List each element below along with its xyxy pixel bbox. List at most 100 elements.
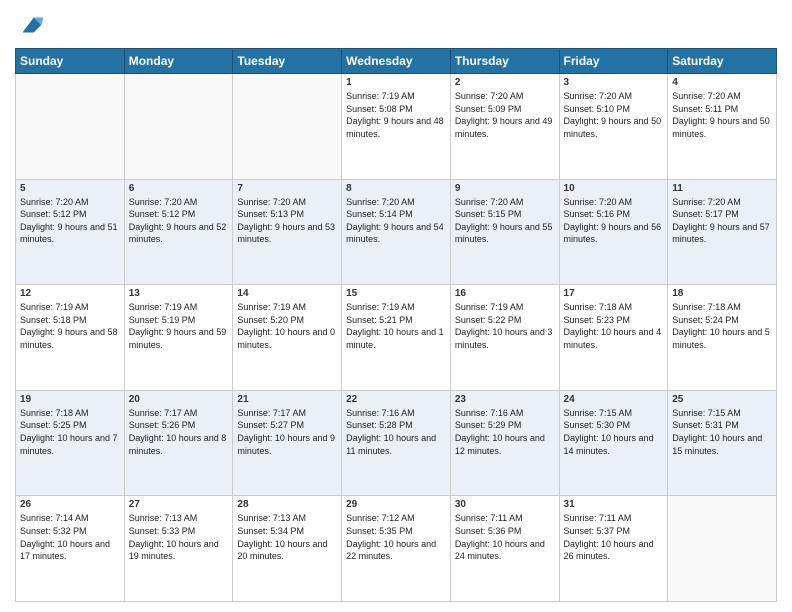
day-info: Sunrise: 7:19 AM Sunset: 5:08 PM Dayligh… xyxy=(346,90,446,140)
day-cell: 31 Sunrise: 7:11 AM Sunset: 5:37 PM Dayli… xyxy=(559,496,668,602)
day-number: 19 xyxy=(20,394,120,405)
day-cell xyxy=(124,74,233,180)
day-number: 15 xyxy=(346,288,446,299)
day-info: Sunrise: 7:20 AM Sunset: 5:09 PM Dayligh… xyxy=(455,90,555,140)
day-info: Sunrise: 7:20 AM Sunset: 5:13 PM Dayligh… xyxy=(237,196,337,246)
day-number: 10 xyxy=(564,183,664,194)
day-info: Sunrise: 7:16 AM Sunset: 5:29 PM Dayligh… xyxy=(455,407,555,457)
day-number: 14 xyxy=(237,288,337,299)
day-cell: 25 Sunrise: 7:15 AM Sunset: 5:31 PM Dayli… xyxy=(668,390,777,496)
day-cell xyxy=(668,496,777,602)
day-number: 4 xyxy=(672,77,772,88)
day-cell: 19Sunrise: 7:18 AM Sunset: 5:25 PM Dayli… xyxy=(16,390,125,496)
day-info: Sunrise: 7:19 AM Sunset: 5:18 PM Dayligh… xyxy=(20,301,120,351)
day-number: 12 xyxy=(20,288,120,299)
day-info: Sunrise: 7:19 AM Sunset: 5:22 PM Dayligh… xyxy=(455,301,555,351)
day-info: Sunrise: 7:20 AM Sunset: 5:12 PM Dayligh… xyxy=(20,196,120,246)
day-cell: 4 Sunrise: 7:20 AM Sunset: 5:11 PM Daylig… xyxy=(668,74,777,180)
day-info: Sunrise: 7:11 AM Sunset: 5:36 PM Dayligh… xyxy=(455,512,555,562)
week-row-1: 1 Sunrise: 7:19 AM Sunset: 5:08 PM Daylig… xyxy=(16,74,777,180)
day-cell: 9 Sunrise: 7:20 AM Sunset: 5:15 PM Daylig… xyxy=(450,179,559,285)
calendar-table: SundayMondayTuesdayWednesdayThursdayFrid… xyxy=(15,48,777,602)
day-info: Sunrise: 7:17 AM Sunset: 5:26 PM Dayligh… xyxy=(129,407,229,457)
day-cell: 17 Sunrise: 7:18 AM Sunset: 5:23 PM Dayli… xyxy=(559,285,668,391)
day-cell: 21 Sunrise: 7:17 AM Sunset: 5:27 PM Dayli… xyxy=(233,390,342,496)
day-info: Sunrise: 7:20 AM Sunset: 5:16 PM Dayligh… xyxy=(564,196,664,246)
day-cell: 11Sunrise: 7:20 AM Sunset: 5:17 PM Dayli… xyxy=(668,179,777,285)
week-row-5: 26 Sunrise: 7:14 AM Sunset: 5:32 PM Dayli… xyxy=(16,496,777,602)
day-number: 26 xyxy=(20,499,120,510)
day-number: 28 xyxy=(237,499,337,510)
week-row-2: 5 Sunrise: 7:20 AM Sunset: 5:12 PM Daylig… xyxy=(16,179,777,285)
day-cell: 12 Sunrise: 7:19 AM Sunset: 5:18 PM Dayli… xyxy=(16,285,125,391)
day-number: 2 xyxy=(455,77,555,88)
day-info: Sunrise: 7:17 AM Sunset: 5:27 PM Dayligh… xyxy=(237,407,337,457)
day-info: Sunrise: 7:20 AM Sunset: 5:10 PM Dayligh… xyxy=(564,90,664,140)
col-header-saturday: Saturday xyxy=(668,49,777,74)
day-info: Sunrise: 7:19 AM Sunset: 5:20 PM Dayligh… xyxy=(237,301,337,351)
header-row: SundayMondayTuesdayWednesdayThursdayFrid… xyxy=(16,49,777,74)
day-number: 7 xyxy=(237,183,337,194)
day-cell: 20Sunrise: 7:17 AM Sunset: 5:26 PM Dayli… xyxy=(124,390,233,496)
day-cell: 27Sunrise: 7:13 AM Sunset: 5:33 PM Dayli… xyxy=(124,496,233,602)
logo-icon xyxy=(15,10,45,40)
day-info: Sunrise: 7:19 AM Sunset: 5:19 PM Dayligh… xyxy=(129,301,229,351)
day-info: Sunrise: 7:18 AM Sunset: 5:24 PM Dayligh… xyxy=(672,301,772,351)
day-number: 6 xyxy=(129,183,229,194)
day-number: 25 xyxy=(672,394,772,405)
col-header-tuesday: Tuesday xyxy=(233,49,342,74)
day-info: Sunrise: 7:12 AM Sunset: 5:35 PM Dayligh… xyxy=(346,512,446,562)
day-cell: 13Sunrise: 7:19 AM Sunset: 5:19 PM Dayli… xyxy=(124,285,233,391)
day-number: 22 xyxy=(346,394,446,405)
day-cell: 3Sunrise: 7:20 AM Sunset: 5:10 PM Daylig… xyxy=(559,74,668,180)
day-info: Sunrise: 7:18 AM Sunset: 5:23 PM Dayligh… xyxy=(564,301,664,351)
day-cell: 8 Sunrise: 7:20 AM Sunset: 5:14 PM Daylig… xyxy=(342,179,451,285)
day-cell: 7 Sunrise: 7:20 AM Sunset: 5:13 PM Daylig… xyxy=(233,179,342,285)
col-header-monday: Monday xyxy=(124,49,233,74)
day-info: Sunrise: 7:19 AM Sunset: 5:21 PM Dayligh… xyxy=(346,301,446,351)
day-info: Sunrise: 7:13 AM Sunset: 5:34 PM Dayligh… xyxy=(237,512,337,562)
day-number: 9 xyxy=(455,183,555,194)
day-info: Sunrise: 7:15 AM Sunset: 5:30 PM Dayligh… xyxy=(564,407,664,457)
header xyxy=(15,10,777,40)
day-cell: 16 Sunrise: 7:19 AM Sunset: 5:22 PM Dayli… xyxy=(450,285,559,391)
day-cell: 15 Sunrise: 7:19 AM Sunset: 5:21 PM Dayli… xyxy=(342,285,451,391)
day-cell: 10 Sunrise: 7:20 AM Sunset: 5:16 PM Dayli… xyxy=(559,179,668,285)
day-info: Sunrise: 7:20 AM Sunset: 5:17 PM Dayligh… xyxy=(672,196,772,246)
day-info: Sunrise: 7:13 AM Sunset: 5:33 PM Dayligh… xyxy=(129,512,229,562)
day-number: 8 xyxy=(346,183,446,194)
day-cell: 14 Sunrise: 7:19 AM Sunset: 5:20 PM Dayli… xyxy=(233,285,342,391)
day-cell xyxy=(233,74,342,180)
day-cell: 2 Sunrise: 7:20 AM Sunset: 5:09 PM Daylig… xyxy=(450,74,559,180)
day-cell: 29 Sunrise: 7:12 AM Sunset: 5:35 PM Dayli… xyxy=(342,496,451,602)
day-number: 1 xyxy=(346,77,446,88)
day-cell: 22Sunrise: 7:16 AM Sunset: 5:28 PM Dayli… xyxy=(342,390,451,496)
day-info: Sunrise: 7:11 AM Sunset: 5:37 PM Dayligh… xyxy=(564,512,664,562)
logo xyxy=(15,10,49,40)
day-cell: 23Sunrise: 7:16 AM Sunset: 5:29 PM Dayli… xyxy=(450,390,559,496)
day-cell: 24 Sunrise: 7:15 AM Sunset: 5:30 PM Dayli… xyxy=(559,390,668,496)
day-number: 31 xyxy=(564,499,664,510)
day-info: Sunrise: 7:14 AM Sunset: 5:32 PM Dayligh… xyxy=(20,512,120,562)
day-cell: 6 Sunrise: 7:20 AM Sunset: 5:12 PM Daylig… xyxy=(124,179,233,285)
day-number: 29 xyxy=(346,499,446,510)
day-number: 18 xyxy=(672,288,772,299)
day-info: Sunrise: 7:15 AM Sunset: 5:31 PM Dayligh… xyxy=(672,407,772,457)
col-header-wednesday: Wednesday xyxy=(342,49,451,74)
day-number: 5 xyxy=(20,183,120,194)
day-cell: 26 Sunrise: 7:14 AM Sunset: 5:32 PM Dayli… xyxy=(16,496,125,602)
day-info: Sunrise: 7:20 AM Sunset: 5:14 PM Dayligh… xyxy=(346,196,446,246)
day-cell: 28 Sunrise: 7:13 AM Sunset: 5:34 PM Dayli… xyxy=(233,496,342,602)
week-row-4: 19Sunrise: 7:18 AM Sunset: 5:25 PM Dayli… xyxy=(16,390,777,496)
col-header-thursday: Thursday xyxy=(450,49,559,74)
day-number: 17 xyxy=(564,288,664,299)
day-number: 21 xyxy=(237,394,337,405)
day-cell: 30Sunrise: 7:11 AM Sunset: 5:36 PM Dayli… xyxy=(450,496,559,602)
day-info: Sunrise: 7:20 AM Sunset: 5:11 PM Dayligh… xyxy=(672,90,772,140)
day-cell: 5 Sunrise: 7:20 AM Sunset: 5:12 PM Daylig… xyxy=(16,179,125,285)
day-number: 16 xyxy=(455,288,555,299)
day-info: Sunrise: 7:20 AM Sunset: 5:15 PM Dayligh… xyxy=(455,196,555,246)
day-info: Sunrise: 7:20 AM Sunset: 5:12 PM Dayligh… xyxy=(129,196,229,246)
page: SundayMondayTuesdayWednesdayThursdayFrid… xyxy=(0,0,792,612)
day-number: 24 xyxy=(564,394,664,405)
